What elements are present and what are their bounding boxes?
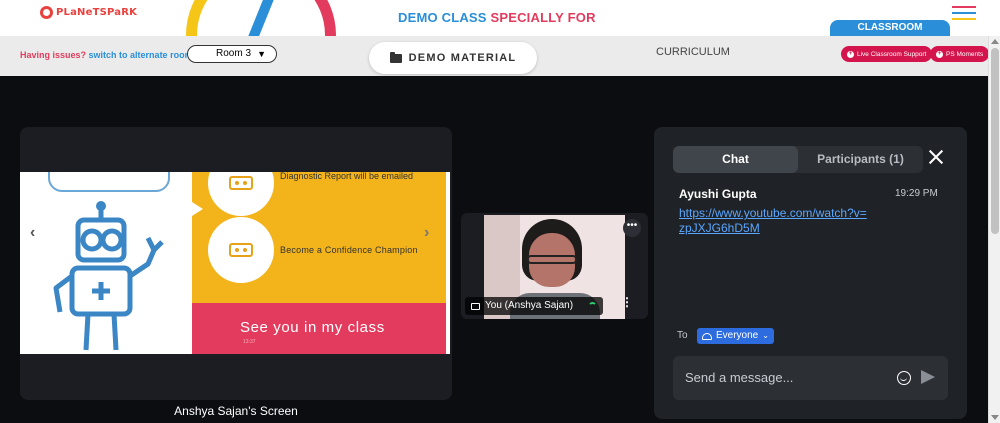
ps-moments-label: PS Moments bbox=[946, 50, 984, 58]
meeting-area: Diagnostic Report will be emailed Become… bbox=[0, 76, 988, 423]
live-support-button[interactable]: + Live Classroom Support bbox=[841, 46, 933, 62]
ps-moments-button[interactable]: + PS Moments bbox=[930, 46, 990, 62]
message-link[interactable]: https://www.youtube.com/watch?v=zpJXJG6h… bbox=[679, 206, 869, 236]
screen-share-icon bbox=[471, 302, 480, 310]
slide-headline: See you in my class bbox=[240, 319, 385, 336]
hamburger-icon[interactable] bbox=[952, 6, 976, 20]
recipient-label: To bbox=[677, 330, 688, 341]
page-title: DEMO CLASS SPECIALLY FOR bbox=[398, 10, 596, 25]
plus-icon: + bbox=[847, 50, 854, 58]
shared-slide: Diagnostic Report will be emailed Become… bbox=[20, 172, 450, 354]
recipient-select[interactable]: Everyone ⌄ bbox=[697, 328, 774, 344]
more-horizontal-icon[interactable]: ••• bbox=[623, 219, 641, 237]
crown-bot-icon bbox=[229, 243, 253, 257]
demo-material-button[interactable]: DEMO MATERIAL bbox=[369, 42, 537, 74]
issue-label: Having issues? bbox=[20, 50, 87, 60]
slide-text-champion: Become a Confidence Champion bbox=[280, 245, 418, 255]
logo-text: PLaNeTSPaRK bbox=[56, 7, 138, 18]
tab-participants[interactable]: Participants (1) bbox=[798, 146, 923, 173]
slide-text-report: Diagnostic Report will be emailed bbox=[280, 172, 414, 181]
robot-icon bbox=[53, 201, 164, 351]
chat-tabs: Chat Participants (1) bbox=[673, 146, 923, 173]
emoji-icon[interactable] bbox=[897, 371, 911, 385]
recipient-value: Everyone bbox=[716, 330, 759, 341]
send-icon[interactable] bbox=[921, 370, 935, 384]
people-icon bbox=[702, 332, 712, 340]
video-name-label: You (Anshya Sajan) bbox=[465, 297, 604, 315]
robot-illustration bbox=[20, 172, 192, 354]
room-select[interactable]: Room 3 ▼ bbox=[187, 45, 277, 63]
participant-name: You (Anshya Sajan) bbox=[485, 300, 574, 311]
chevron-left-icon[interactable]: ‹ bbox=[30, 224, 35, 242]
scroll-thumb[interactable] bbox=[991, 48, 999, 234]
caret-down-icon: ▼ bbox=[257, 49, 266, 59]
message-time: 19:29 PM bbox=[895, 188, 938, 199]
page-scrollbar[interactable] bbox=[988, 36, 1000, 423]
class-toolbar: Having issues? switch to alternate room … bbox=[0, 36, 1000, 76]
wifi-icon bbox=[588, 301, 598, 311]
title-part-2: SPECIALLY FOR bbox=[490, 10, 596, 25]
bot-face-icon bbox=[229, 176, 253, 190]
live-support-label: Live Classroom Support bbox=[857, 50, 927, 58]
planetspark-logo[interactable]: PLaNeTSPaRK bbox=[40, 6, 137, 19]
close-icon[interactable] bbox=[929, 150, 943, 164]
scroll-up-icon[interactable] bbox=[991, 39, 999, 44]
chat-panel: Chat Participants (1) Ayushi Gupta 19:29… bbox=[654, 127, 967, 419]
switch-room-link[interactable]: switch to alternate room bbox=[89, 50, 193, 60]
scroll-down-icon[interactable] bbox=[991, 415, 999, 420]
message-sender: Ayushi Gupta bbox=[679, 187, 757, 201]
slide-notch bbox=[192, 202, 203, 216]
chevron-down-icon: ⌄ bbox=[762, 331, 769, 340]
classroom-tab[interactable]: CLASSROOM bbox=[830, 20, 950, 36]
issue-notice: Having issues? switch to alternate room bbox=[20, 50, 193, 60]
chevron-right-icon[interactable]: › bbox=[424, 224, 429, 242]
more-vertical-icon[interactable]: ⋮ bbox=[621, 296, 633, 308]
logo-icon bbox=[40, 6, 53, 19]
demo-material-label: DEMO MATERIAL bbox=[408, 52, 517, 64]
champion-badge bbox=[208, 217, 274, 283]
title-part-1: DEMO CLASS bbox=[398, 10, 487, 25]
tab-chat[interactable]: Chat bbox=[673, 146, 798, 173]
top-header: PLaNeTSPaRK DEMO CLASS SPECIALLY FOR CLA… bbox=[0, 0, 1000, 36]
self-video-tile[interactable]: ••• You (Anshya Sajan) ⋮ bbox=[461, 213, 648, 319]
curriculum-tab[interactable]: CURRICULUM bbox=[656, 46, 730, 58]
room-select-value: Room 3 bbox=[216, 48, 252, 59]
screen-share-caption: Anshya Sajan's Screen bbox=[174, 404, 298, 418]
folder-icon bbox=[389, 51, 402, 63]
plus-icon: + bbox=[936, 50, 943, 58]
screen-share-panel: Diagnostic Report will be emailed Become… bbox=[20, 127, 452, 400]
slide-timestamp: 13:37 bbox=[243, 339, 256, 345]
